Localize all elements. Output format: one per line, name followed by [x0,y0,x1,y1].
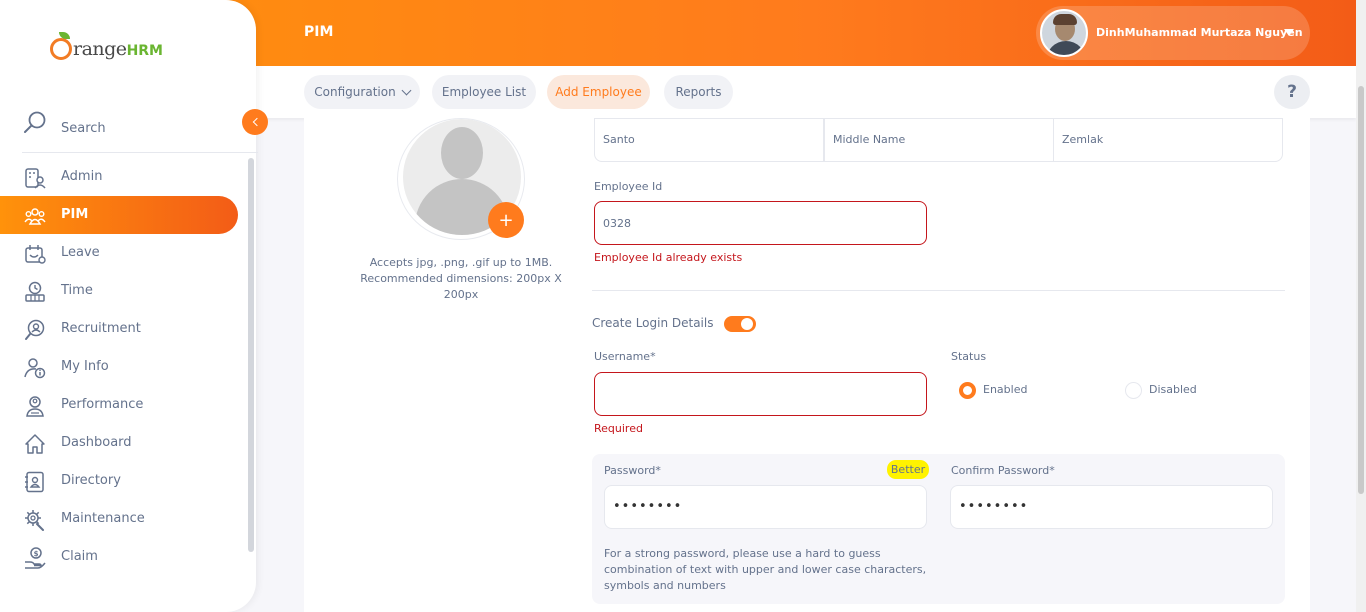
sidebar-item-label: Dashboard [61,435,132,450]
sidebar-item-claim[interactable]: $ Claim [0,538,238,576]
middle-name-field[interactable]: Middle Name [824,118,1054,162]
sidebar-item-label: Leave [61,245,100,260]
tab-add-employee[interactable]: Add Employee [547,75,650,109]
sidebar: rangeHRM Search Admin PIM Leave Time Rec… [0,0,258,612]
recruitment-icon [25,319,45,340]
tab-label: Configuration [314,85,396,99]
my-info-icon [24,358,46,379]
time-icon [25,281,45,302]
sidebar-item-label: Claim [61,549,98,564]
status-enabled-radio[interactable] [959,382,976,399]
add-photo-button[interactable]: + [488,202,524,238]
sidebar-item-label: Admin [61,169,103,184]
create-login-toggle[interactable] [724,316,756,332]
status-disabled-label: Disabled [1149,383,1197,396]
confirm-password-label: Confirm Password* [951,464,1055,477]
sidebar-item-pim[interactable]: PIM [0,196,238,234]
sidebar-item-label: Maintenance [61,511,145,526]
leave-icon [25,245,46,264]
tab-configuration[interactable]: Configuration [304,75,420,109]
status-label: Status [951,350,987,363]
sidebar-item-label: PIM [61,207,89,222]
tab-label: Add Employee [555,85,642,99]
tab-reports[interactable]: Reports [664,75,733,109]
employee-id-input[interactable]: 0328 [594,201,927,245]
password-hint: For a strong password, please use a hard… [604,547,927,592]
admin-icon [25,168,46,189]
sidebar-item-label: Time [61,283,93,298]
user-dropdown[interactable]: DinhMuhammad Murtaza Nguyen [1036,6,1310,60]
divider [592,290,1285,291]
performance-icon [26,396,44,417]
sidebar-search[interactable]: Search [16,104,258,153]
sidebar-item-recruitment[interactable]: Recruitment [0,310,238,348]
username-error: Required [594,422,643,435]
help-button[interactable]: ? [1274,75,1310,109]
password-strength-badge: Better [887,460,929,479]
sidebar-scrollbar[interactable] [248,158,254,552]
sidebar-item-leave[interactable]: Leave [0,234,238,272]
pim-icon [24,208,46,225]
search-label: Search [61,121,106,136]
tab-label: Reports [675,85,722,99]
confirm-password-input[interactable]: •••••••• [950,485,1273,529]
sidebar-item-label: Recruitment [61,321,141,336]
search-icon [24,111,46,133]
status-enabled-label: Enabled [983,383,1028,396]
password-label: Password* [604,464,661,477]
sidebar-collapse-button[interactable] [242,109,268,135]
first-name-field[interactable]: Santo [594,118,824,162]
employee-id-error: Employee Id already exists [594,251,743,264]
sidebar-item-label: Performance [61,397,144,412]
page-title: PIM [304,24,334,40]
user-name: DinhMuhammad Murtaza Nguyen [1096,26,1303,39]
sidebar-item-directory[interactable]: Directory [0,462,238,500]
employee-id-label: Employee Id [594,180,663,193]
username-label: Username* [594,350,656,363]
svg-text:$: $ [34,550,39,558]
chevron-down-icon [401,85,412,95]
sidebar-item-time[interactable]: Time [0,272,238,310]
directory-icon [25,471,44,493]
sidebar-item-label: My Info [61,359,109,374]
scrollbar-thumb[interactable] [1358,86,1364,494]
dashboard-icon [25,434,45,454]
password-input[interactable]: •••••••• [604,485,927,529]
last-name-field[interactable]: Zemlak [1053,118,1283,162]
maintenance-icon [25,510,44,531]
username-input[interactable] [594,372,927,416]
chevron-left-icon [252,117,261,127]
claim-icon: $ [25,547,46,569]
page-scrollbar[interactable] [1356,0,1366,612]
sidebar-item-label: Directory [61,473,121,488]
status-disabled-radio[interactable] [1125,382,1142,399]
sidebar-item-admin[interactable]: Admin [0,158,238,196]
sidebar-item-performance[interactable]: Performance [0,386,238,424]
tab-employee-list[interactable]: Employee List [432,75,536,109]
top-nav: Configuration Employee List Add Employee… [256,66,1356,118]
sidebar-item-maintenance[interactable]: Maintenance [0,500,238,538]
tab-label: Employee List [441,85,527,99]
photo-hint: Accepts jpg, .png, .gif up to 1MB. Recom… [360,256,562,301]
orangehrm-logo: rangeHRM [50,32,170,66]
create-login-label: Create Login Details [592,316,714,330]
sidebar-item-dashboard[interactable]: Dashboard [0,424,238,462]
caret-down-icon [1284,29,1294,36]
sidebar-item-my-info[interactable]: My Info [0,348,238,386]
avatar [1040,9,1088,57]
